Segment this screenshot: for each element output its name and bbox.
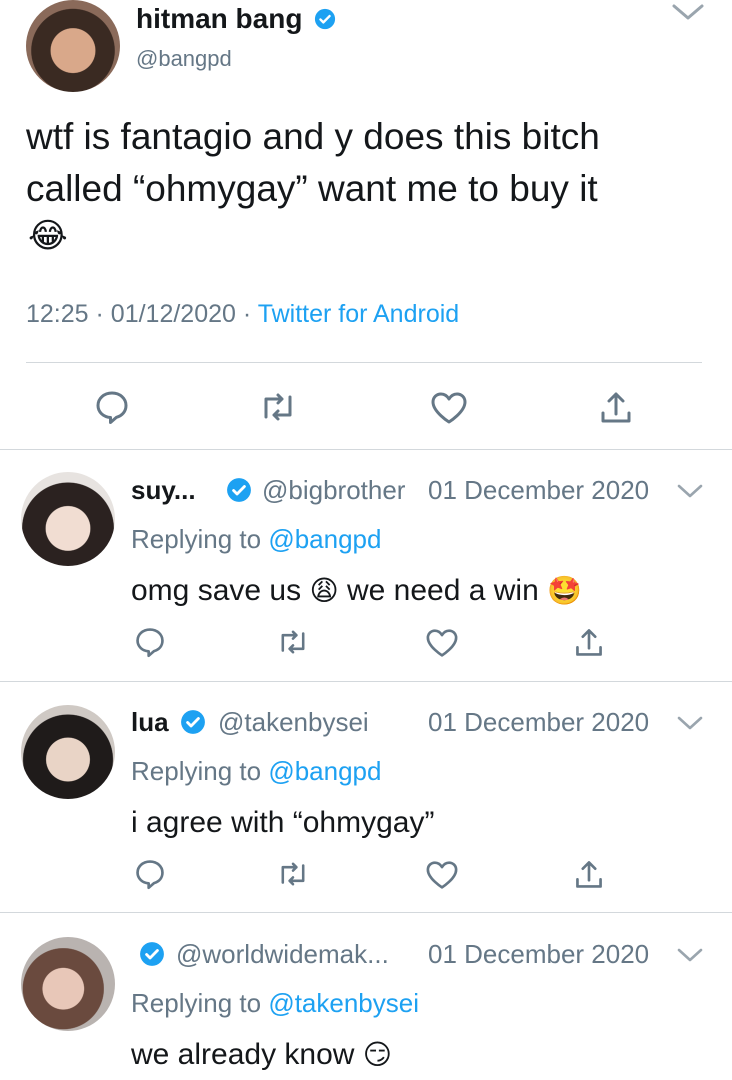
- replying-to: Replying to @takenbysei: [131, 988, 419, 1018]
- replying-to-handle[interactable]: @bangpd: [268, 756, 381, 786]
- user-handle[interactable]: @bangpd: [136, 46, 232, 72]
- reply-text-part: omg save us: [131, 574, 302, 607]
- reply-date: 01 December 2020: [428, 939, 650, 969]
- verified-badge-icon: [139, 941, 165, 972]
- verified-badge-icon: [314, 8, 336, 35]
- reply-icon[interactable]: [134, 626, 166, 658]
- divider: [0, 681, 732, 682]
- tweet-date: 01/12/2020: [110, 300, 236, 328]
- display-name[interactable]: lua: [131, 707, 169, 737]
- reply-icon[interactable]: [134, 858, 166, 890]
- tweet-source-link[interactable]: Twitter for Android: [258, 300, 459, 328]
- avatar[interactable]: [26, 0, 120, 92]
- verified-badge-icon: [180, 709, 206, 740]
- user-handle[interactable]: @takenbysei: [218, 707, 369, 737]
- divider: [26, 362, 702, 363]
- reply-text-part: we need a win: [346, 574, 539, 607]
- share-icon[interactable]: [573, 626, 605, 658]
- meta-separator: ·: [95, 300, 104, 328]
- like-icon[interactable]: [430, 391, 468, 425]
- replying-to-label: Replying to: [131, 756, 262, 786]
- reply-text-part: we already know: [131, 1038, 355, 1071]
- reply-emoji: 🤩: [547, 575, 582, 606]
- reply-date: 01 December 2020: [428, 707, 650, 737]
- replying-to: Replying to @bangpd: [131, 524, 381, 554]
- like-icon[interactable]: [425, 628, 459, 658]
- like-icon[interactable]: [425, 860, 459, 890]
- replying-to: Replying to @bangpd: [131, 756, 381, 786]
- divider: [0, 449, 732, 450]
- chevron-down-icon[interactable]: [676, 715, 704, 731]
- retweet-icon[interactable]: [276, 860, 310, 888]
- display-name[interactable]: suy...: [131, 475, 196, 505]
- divider: [0, 912, 732, 913]
- retweet-icon[interactable]: [258, 391, 298, 423]
- tweet-text-line-2: called “ohmygay” want me to buy it: [26, 168, 598, 209]
- avatar[interactable]: [21, 937, 115, 1031]
- user-handle[interactable]: @worldwidemak...: [176, 939, 389, 969]
- chevron-down-icon[interactable]: [676, 947, 704, 963]
- reply-text: we already know 😏: [131, 1037, 392, 1073]
- reply-text: i agree with “ohmygay”: [131, 806, 435, 839]
- verified-badge-icon: [226, 477, 252, 508]
- share-icon[interactable]: [598, 389, 634, 425]
- reply-icon[interactable]: [94, 389, 130, 425]
- reply-date: 01 December 2020: [428, 475, 650, 505]
- share-icon[interactable]: [573, 858, 605, 890]
- chevron-down-icon[interactable]: [670, 2, 706, 22]
- avatar[interactable]: [21, 472, 115, 566]
- reply-text: omg save us 😩 we need a win 🤩: [131, 573, 582, 609]
- replying-to-handle[interactable]: @bangpd: [268, 524, 381, 554]
- user-handle[interactable]: @bigbrother: [262, 475, 405, 505]
- reply-emoji: 😩: [309, 575, 339, 606]
- tweet-emoji: 😂: [28, 217, 68, 255]
- tweet-text-line-1: wtf is fantagio and y does this bitch: [26, 116, 600, 157]
- tweet-meta: 12:25 · 01/12/2020 · Twitter for Android: [26, 299, 459, 329]
- retweet-icon[interactable]: [276, 628, 310, 656]
- display-name[interactable]: hitman bang: [136, 4, 302, 34]
- chevron-down-icon[interactable]: [676, 483, 704, 499]
- meta-separator: ·: [242, 300, 252, 328]
- replying-to-label: Replying to: [131, 988, 262, 1018]
- tweet-time: 12:25: [26, 300, 89, 328]
- replying-to-label: Replying to: [131, 524, 262, 554]
- reply-emoji: 😏: [362, 1039, 392, 1070]
- avatar[interactable]: [21, 705, 115, 799]
- replying-to-handle[interactable]: @takenbysei: [268, 988, 419, 1018]
